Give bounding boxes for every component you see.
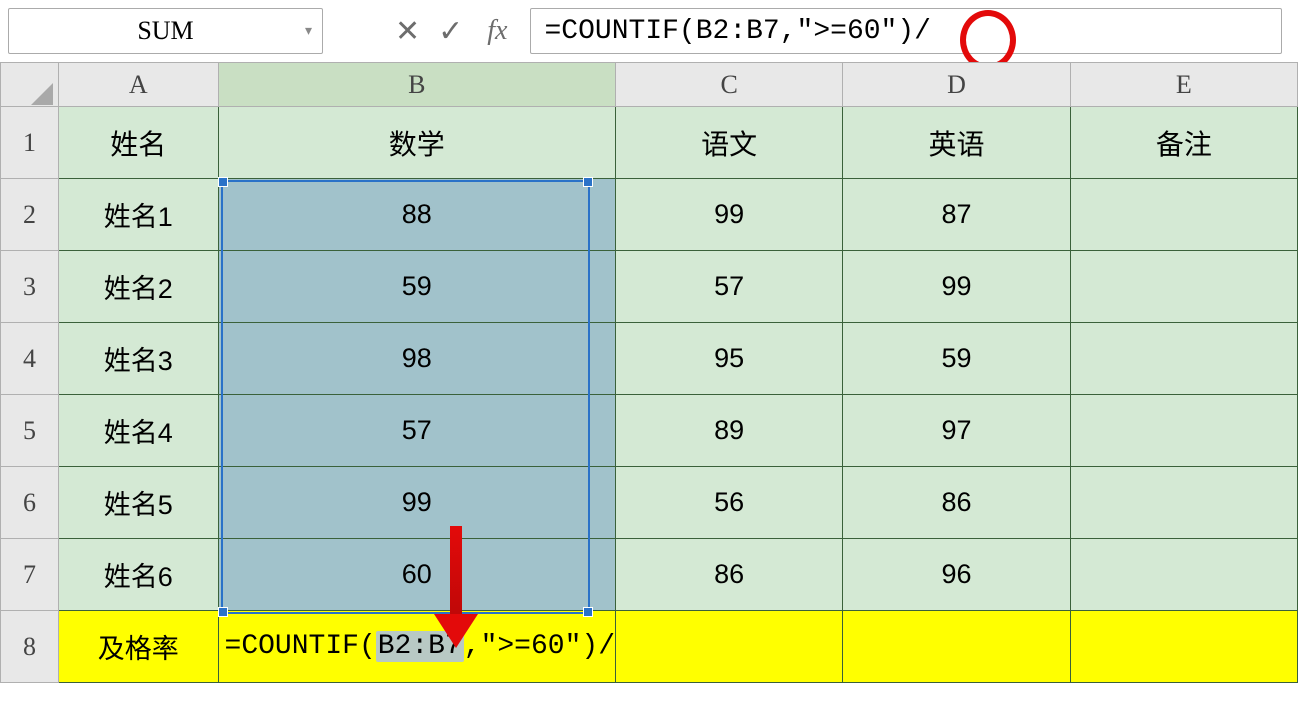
cell-D4[interactable]: 59 <box>843 323 1070 395</box>
cell-A1[interactable]: 姓名 <box>58 107 218 179</box>
cell-C5[interactable]: 89 <box>616 395 843 467</box>
cell-D3[interactable]: 99 <box>843 251 1070 323</box>
fx-icon[interactable]: fx <box>487 15 507 47</box>
spreadsheet-grid[interactable]: A B C D E 1 姓名 数学 语文 英语 备注 2 姓名1 88 99 8… <box>0 62 1298 683</box>
formula-prefix: =COUNTIF( <box>225 631 376 662</box>
row-header-5[interactable]: 5 <box>1 395 59 467</box>
col-header-D[interactable]: D <box>843 63 1070 107</box>
cell-A3[interactable]: 姓名2 <box>58 251 218 323</box>
cell-E2[interactable] <box>1070 179 1297 251</box>
formula-range: B2:B7 <box>376 631 464 662</box>
cell-C6[interactable]: 56 <box>616 467 843 539</box>
cell-E1[interactable]: 备注 <box>1070 107 1297 179</box>
cell-A4[interactable]: 姓名3 <box>58 323 218 395</box>
col-header-E[interactable]: E <box>1070 63 1297 107</box>
cell-E5[interactable] <box>1070 395 1297 467</box>
row-header-4[interactable]: 4 <box>1 323 59 395</box>
select-all-corner[interactable] <box>1 63 59 107</box>
col-header-B[interactable]: B <box>218 63 615 107</box>
cell-E7[interactable] <box>1070 539 1297 611</box>
cancel-icon[interactable]: ✕ <box>395 14 420 49</box>
formula-bar[interactable]: =COUNTIF(B2:B7,">=60")/ <box>530 8 1283 54</box>
col-header-C[interactable]: C <box>616 63 843 107</box>
row-header-3[interactable]: 3 <box>1 251 59 323</box>
cell-C1[interactable]: 语文 <box>616 107 843 179</box>
col-header-A[interactable]: A <box>58 63 218 107</box>
cell-C2[interactable]: 99 <box>616 179 843 251</box>
cell-C8[interactable] <box>616 611 843 683</box>
cell-E6[interactable] <box>1070 467 1297 539</box>
formula-bar-value: =COUNTIF(B2:B7,">=60")/ <box>545 16 931 47</box>
cell-C4[interactable]: 95 <box>616 323 843 395</box>
cell-A7[interactable]: 姓名6 <box>58 539 218 611</box>
row-header-1[interactable]: 1 <box>1 107 59 179</box>
cell-B1[interactable]: 数学 <box>218 107 615 179</box>
cell-A5[interactable]: 姓名4 <box>58 395 218 467</box>
cell-B4[interactable]: 98 <box>218 323 615 395</box>
cell-B7[interactable]: 60 <box>218 539 615 611</box>
name-box-value: SUM <box>137 16 193 46</box>
cell-B8[interactable]: =COUNTIF(B2:B7,">=60")/ <box>218 611 615 683</box>
chevron-down-icon[interactable]: ▾ <box>305 23 312 40</box>
cell-D1[interactable]: 英语 <box>843 107 1070 179</box>
cell-A2[interactable]: 姓名1 <box>58 179 218 251</box>
row-header-6[interactable]: 6 <box>1 467 59 539</box>
cell-C7[interactable]: 86 <box>616 539 843 611</box>
cell-D7[interactable]: 96 <box>843 539 1070 611</box>
cell-D5[interactable]: 97 <box>843 395 1070 467</box>
cell-D8[interactable] <box>843 611 1070 683</box>
cell-C3[interactable]: 57 <box>616 251 843 323</box>
cell-A8[interactable]: 及格率 <box>58 611 218 683</box>
cell-B5[interactable]: 57 <box>218 395 615 467</box>
confirm-icon[interactable]: ✓ <box>438 14 463 49</box>
name-box[interactable]: SUM ▾ <box>8 8 323 54</box>
row-header-7[interactable]: 7 <box>1 539 59 611</box>
formula-suffix: ,">=60")/ <box>464 631 615 662</box>
cell-B3[interactable]: 59 <box>218 251 615 323</box>
cell-B6[interactable]: 99 <box>218 467 615 539</box>
cell-E4[interactable] <box>1070 323 1297 395</box>
cell-D2[interactable]: 87 <box>843 179 1070 251</box>
row-header-8[interactable]: 8 <box>1 611 59 683</box>
cell-B2[interactable]: 88 <box>218 179 615 251</box>
cell-E3[interactable] <box>1070 251 1297 323</box>
cell-D6[interactable]: 86 <box>843 467 1070 539</box>
cell-E8[interactable] <box>1070 611 1297 683</box>
cell-A6[interactable]: 姓名5 <box>58 467 218 539</box>
row-header-2[interactable]: 2 <box>1 179 59 251</box>
